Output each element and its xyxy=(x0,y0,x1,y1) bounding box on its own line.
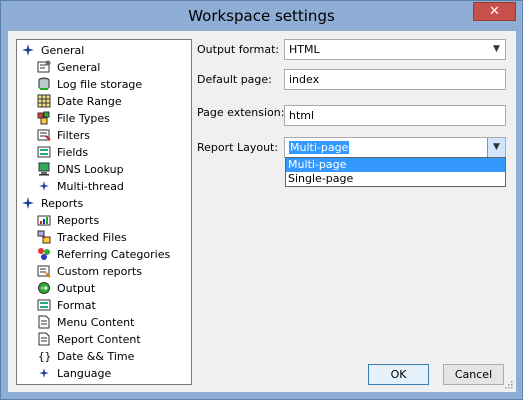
tree-item-date-time[interactable]: {} Date && Time xyxy=(37,349,134,365)
dropdown-option-multi-page[interactable]: Multi-page xyxy=(286,158,505,172)
report-layout-label: Report Layout: xyxy=(197,141,279,154)
braces-icon: {} xyxy=(37,349,51,363)
report-layout-value: Multi-page xyxy=(289,141,350,154)
custom-reports-icon xyxy=(37,264,51,278)
resize-grip-icon[interactable] xyxy=(503,379,513,389)
tree-item-tracked-files[interactable]: Tracked Files xyxy=(37,230,127,246)
dropdown-option-single-page[interactable]: Single-page xyxy=(286,172,505,186)
default-page-value: index xyxy=(289,73,320,86)
computer-icon xyxy=(37,162,51,176)
page-extension-value: html xyxy=(289,109,315,122)
blue-star-icon xyxy=(37,366,51,380)
filter-icon xyxy=(37,128,51,142)
dialog-body: General General Log file storage Date Ra… xyxy=(8,31,516,392)
tree-item-multi-thread[interactable]: Multi-thread xyxy=(37,179,124,195)
tree-item-dns-lookup[interactable]: DNS Lookup xyxy=(37,162,124,178)
format-icon xyxy=(37,298,51,312)
tree-item-filters[interactable]: Filters xyxy=(37,128,90,144)
cancel-button[interactable]: Cancel xyxy=(443,364,504,385)
report-layout-select[interactable]: Multi-page ▼ xyxy=(284,137,506,158)
tree-item-output[interactable]: Output xyxy=(37,281,95,297)
database-icon xyxy=(37,77,51,91)
tracked-files-icon xyxy=(37,230,51,244)
chevron-down-icon[interactable]: ▼ xyxy=(487,138,505,157)
chevron-down-icon[interactable]: ▼ xyxy=(488,40,505,59)
file-types-icon xyxy=(37,111,51,125)
document-icon xyxy=(37,315,51,329)
tree-group-reports[interactable]: Reports xyxy=(21,196,83,212)
tree-item-custom-reports[interactable]: Custom reports xyxy=(37,264,142,280)
page-extension-label: Page extension: xyxy=(197,106,285,119)
tree-group-general[interactable]: General xyxy=(21,43,84,59)
document-icon xyxy=(37,332,51,346)
tree-item-menu-content[interactable]: Menu Content xyxy=(37,315,134,331)
tree-item-fields[interactable]: Fields xyxy=(37,145,88,161)
output-icon xyxy=(37,281,51,295)
fields-icon xyxy=(37,145,51,159)
ok-button[interactable]: OK xyxy=(368,364,429,385)
tree-item-format[interactable]: Format xyxy=(37,298,96,314)
output-format-value: HTML xyxy=(289,43,320,56)
title-bar[interactable]: Workspace settings ✕ xyxy=(1,1,522,31)
tree-item-report-content[interactable]: Report Content xyxy=(37,332,141,348)
reports-icon xyxy=(37,213,51,227)
tree-item-general[interactable]: General xyxy=(37,60,100,76)
tree-item-log-file-storage[interactable]: Log file storage xyxy=(37,77,142,93)
page-extension-input[interactable]: html xyxy=(284,105,506,126)
calendar-icon xyxy=(37,94,51,108)
tree-item-reports[interactable]: Reports xyxy=(37,213,99,229)
tree-item-language[interactable]: Language xyxy=(37,366,111,382)
tree-item-referring-categories[interactable]: Referring Categories xyxy=(37,247,170,263)
blue-star-icon xyxy=(21,43,35,57)
tree-item-file-types[interactable]: File Types xyxy=(37,111,110,127)
close-button[interactable]: ✕ xyxy=(473,2,516,21)
blue-star-icon xyxy=(37,179,51,193)
default-page-label: Default page: xyxy=(197,73,272,86)
referring-icon xyxy=(37,247,51,261)
output-format-label: Output format: xyxy=(197,43,280,56)
report-layout-dropdown[interactable]: Multi-page Single-page xyxy=(285,157,506,187)
settings-tree[interactable]: General General Log file storage Date Ra… xyxy=(16,39,192,385)
general-settings-icon xyxy=(37,60,51,74)
output-format-select[interactable]: HTML ▼ xyxy=(284,39,506,60)
svg-text:{}: {} xyxy=(38,350,51,363)
window-title: Workspace settings xyxy=(188,7,335,25)
settings-window: Workspace settings ✕ General General Log… xyxy=(0,0,523,400)
blue-star-icon xyxy=(21,196,35,210)
default-page-input[interactable]: index xyxy=(284,69,506,90)
tree-item-date-range[interactable]: Date Range xyxy=(37,94,122,110)
